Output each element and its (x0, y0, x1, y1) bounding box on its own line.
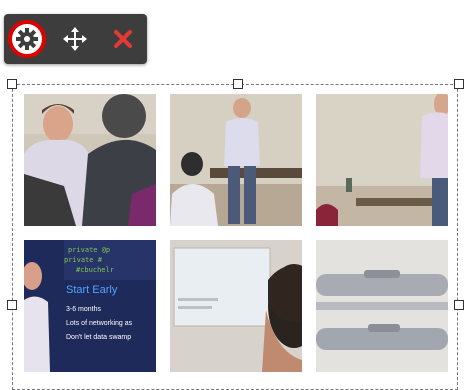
remove-button[interactable] (103, 19, 143, 59)
gear-icon (8, 20, 46, 58)
svg-text:#cbuchelr: #cbuchelr (76, 266, 114, 274)
gallery-image-3[interactable] (316, 94, 448, 226)
settings-button[interactable] (7, 19, 47, 59)
photo-presenter-side (316, 94, 448, 226)
gallery-image-4[interactable]: private @p private # #cbuchelr Start Ear… (24, 240, 156, 372)
svg-text:private @p: private @p (68, 246, 110, 254)
slide-line-3: Don't let data swamp (66, 334, 132, 341)
photo-screen-listener (170, 240, 302, 372)
move-icon (63, 27, 87, 51)
gallery-image-1[interactable] (24, 94, 156, 226)
move-button[interactable] (55, 19, 95, 59)
photo-speaker-closeup (24, 94, 156, 226)
image-gallery[interactable]: private @p private # #cbuchelr Start Ear… (14, 86, 458, 390)
image-toolbar (4, 14, 147, 64)
slide-title: Start Early (66, 284, 118, 296)
photo-presenter-room (170, 94, 302, 226)
gallery-image-5[interactable] (170, 240, 302, 372)
photo-grey-objects (316, 240, 448, 372)
gallery-image-6[interactable] (316, 240, 448, 372)
slide-line-2: Lots of networking as (66, 320, 133, 327)
gallery-image-2[interactable] (170, 94, 302, 226)
slide-line-1: 3-6 months (66, 306, 102, 313)
svg-text:private #: private # (64, 256, 103, 264)
close-icon (114, 30, 132, 48)
